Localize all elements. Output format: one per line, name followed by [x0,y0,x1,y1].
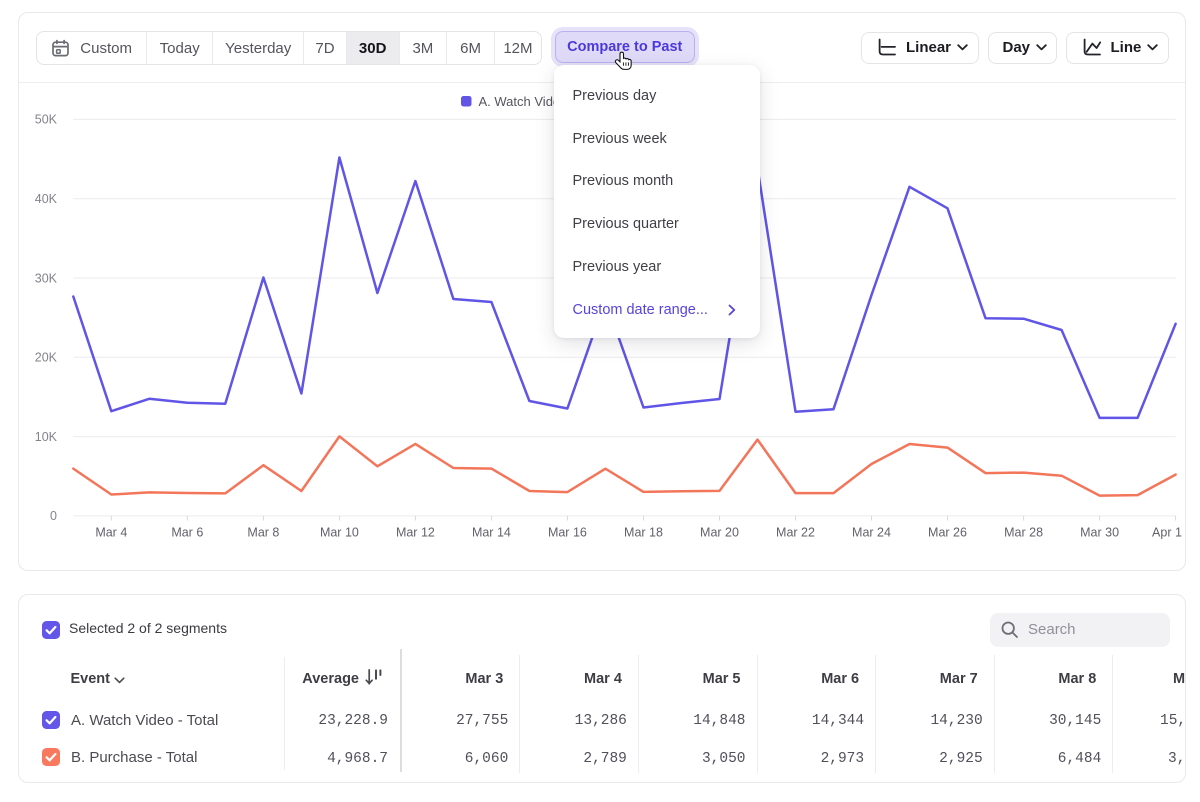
svg-text:Mar 18: Mar 18 [624,526,663,540]
svg-text:0: 0 [50,509,57,523]
svg-text:30K: 30K [35,271,58,285]
svg-text:10K: 10K [35,430,58,444]
svg-text:Mar 6: Mar 6 [171,526,203,540]
svg-text:Mar 20: Mar 20 [700,526,739,540]
svg-text:Mar 30: Mar 30 [1080,526,1119,540]
svg-text:Mar 28: Mar 28 [1004,526,1043,540]
svg-text:20K: 20K [35,351,58,365]
svg-text:40K: 40K [35,192,58,206]
svg-text:Mar 14: Mar 14 [472,526,511,540]
svg-text:Mar 12: Mar 12 [396,526,435,540]
svg-text:Mar 8: Mar 8 [247,526,279,540]
svg-text:Mar 24: Mar 24 [852,526,891,540]
svg-text:50K: 50K [35,113,58,127]
svg-text:Mar 16: Mar 16 [548,526,587,540]
svg-text:Apr 1: Apr 1 [1152,526,1182,540]
svg-text:Mar 26: Mar 26 [928,526,967,540]
svg-text:Mar 10: Mar 10 [320,526,359,540]
svg-text:Mar 22: Mar 22 [776,526,815,540]
svg-text:Mar 4: Mar 4 [95,526,127,540]
